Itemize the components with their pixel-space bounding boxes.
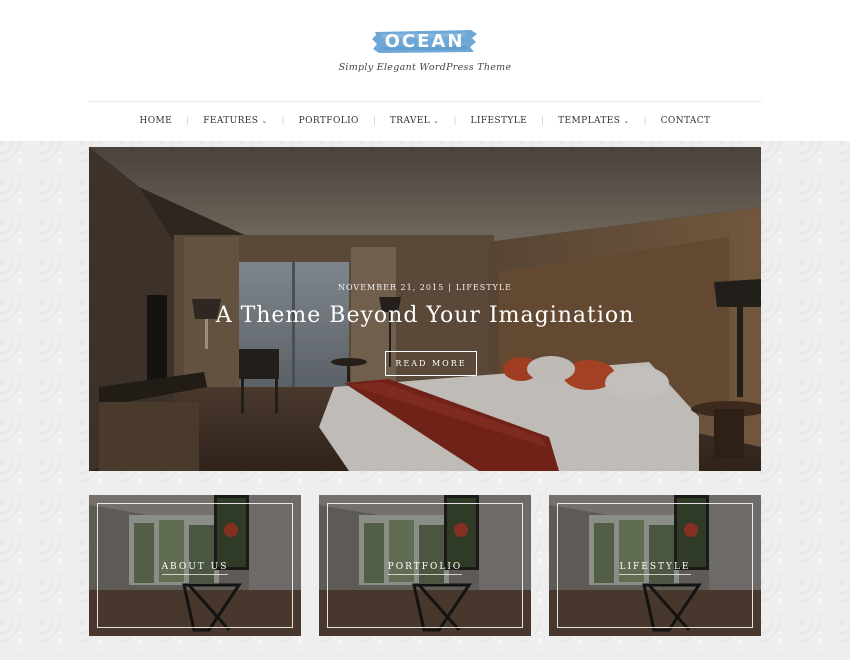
nav-separator: | [643, 116, 647, 126]
chevron-down-icon: ⌄ [623, 117, 630, 125]
logo-text: OCEAN [384, 31, 465, 52]
nav-item-lifestyle[interactable]: LIFESTYLE [470, 116, 527, 126]
nav-separator: | [372, 116, 376, 126]
nav-item-contact[interactable]: CONTACT [661, 116, 711, 126]
nav-item-label: PORTFOLIO [298, 116, 359, 126]
promo-label-text: ABOUT US [161, 562, 229, 575]
site-header: OCEAN Simply Elegant WordPress Theme HOM… [0, 0, 850, 141]
promo-label: ABOUT US [89, 562, 301, 575]
site-tagline: Simply Elegant WordPress Theme [338, 62, 512, 73]
nav-item-templates[interactable]: TEMPLATES ⌄ [558, 116, 629, 126]
chevron-down-icon: ⌄ [433, 117, 440, 125]
nav-item-label: HOME [139, 116, 173, 126]
nav-divider [88, 101, 762, 102]
chevron-down-icon: ⌄ [261, 117, 268, 125]
nav-item-features[interactable]: FEATURES ⌄ [203, 116, 267, 126]
nav-item-label: CONTACT [660, 116, 711, 126]
main-nav: HOME | FEATURES ⌄ | PORTFOLIO | TRAVEL ⌄… [0, 112, 850, 130]
read-more-button[interactable]: READ MORE [385, 351, 477, 376]
nav-separator: | [186, 116, 190, 126]
nav-item-label: LIFESTYLE [470, 116, 528, 126]
nav-item-label: TRAVEL [389, 116, 431, 126]
hero-title[interactable]: A Theme Beyond Your Imagination [89, 303, 761, 328]
nav-item-home[interactable]: HOME [140, 116, 173, 126]
promo-box-portfolio[interactable]: PORTFOLIO [319, 495, 531, 636]
post-meta: NOVEMBER 21, 2015 | LIFESTYLE [89, 283, 761, 292]
hero-slide[interactable]: NOVEMBER 21, 2015 | LIFESTYLE A Theme Beyo… [89, 147, 761, 471]
nav-item-label: FEATURES [203, 116, 259, 126]
post-category-link[interactable]: LIFESTYLE [456, 283, 512, 292]
meta-separator: | [448, 283, 452, 292]
nav-item-travel[interactable]: TRAVEL ⌄ [390, 116, 440, 126]
promo-label: PORTFOLIO [319, 562, 531, 575]
nav-item-portfolio[interactable]: PORTFOLIO [299, 116, 359, 126]
nav-item-label: TEMPLATES [558, 116, 621, 126]
promo-label: LIFESTYLE [549, 562, 761, 575]
site-logo[interactable]: OCEAN [371, 29, 478, 54]
nav-separator: | [541, 116, 545, 126]
promo-label-text: LIFESTYLE [619, 562, 691, 575]
post-date: NOVEMBER 21, 2015 [338, 283, 445, 292]
promo-box-about-us[interactable]: ABOUT US [89, 495, 301, 636]
nav-separator: | [281, 116, 285, 126]
promo-box-lifestyle[interactable]: LIFESTYLE [549, 495, 761, 636]
nav-separator: | [453, 116, 457, 126]
promo-label-text: PORTFOLIO [387, 562, 463, 575]
